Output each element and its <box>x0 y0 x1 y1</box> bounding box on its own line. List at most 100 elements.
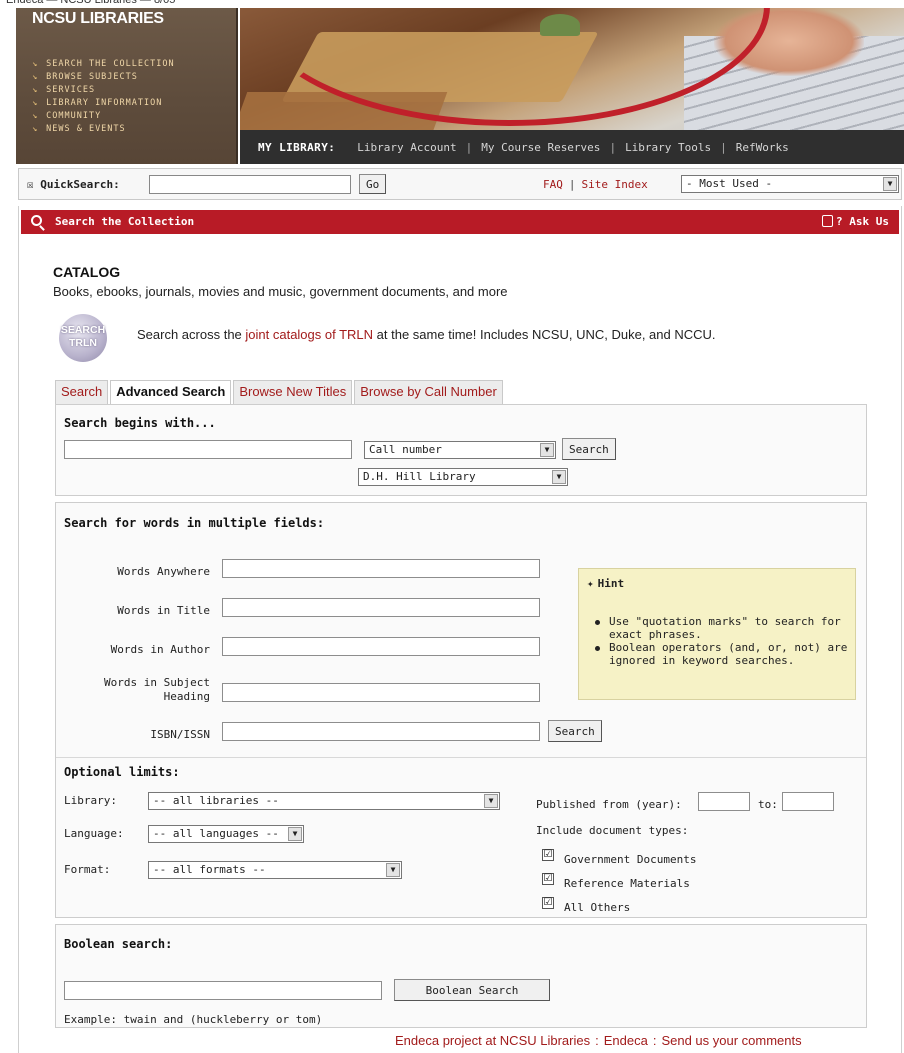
boolean-search-input[interactable] <box>64 981 382 1000</box>
link-faq[interactable]: FAQ <box>543 178 563 191</box>
begins-with-box: Search begins with... Call number ▼ Sear… <box>55 404 867 496</box>
page-caption: Endeca — NCSU Libraries — 8/05 <box>0 0 904 8</box>
arrow-icon: ↘ <box>32 98 39 108</box>
field-label-subject: Words in Subject Heading <box>104 676 210 703</box>
search-tabs: Search Advanced Search Browse New Titles… <box>55 380 505 405</box>
tab-browse-call-number[interactable]: Browse by Call Number <box>354 380 503 404</box>
arrow-icon: ↘ <box>32 72 39 82</box>
optional-limits-heading: Optional limits: <box>64 765 180 779</box>
begins-with-search-button[interactable]: Search <box>562 438 616 460</box>
brand-panel: NCSU LIBRARIES ↘ Search the Collection ↘ B… <box>16 6 238 164</box>
arrow-icon: ↘ <box>32 85 39 95</box>
words-in-author-input[interactable] <box>222 637 540 656</box>
chevron-down-icon: ▼ <box>552 470 566 484</box>
link-library-tools[interactable]: Library Tools <box>625 141 711 154</box>
chevron-down-icon: ▼ <box>386 863 400 877</box>
library-limit-select[interactable]: -- all libraries -- ▼ <box>148 792 500 810</box>
doc-type-label: All Others <box>564 901 631 914</box>
field-label-title: Words in Title <box>117 604 210 617</box>
isbn-issn-input[interactable] <box>222 722 540 741</box>
language-limit-label: Language: <box>64 827 124 840</box>
link-send-comments[interactable]: Send us your comments <box>661 1033 801 1048</box>
checkbox-icon: ☒ <box>27 178 34 191</box>
quick-links: FAQ | Site Index <box>543 178 648 191</box>
format-limit-label: Format: <box>64 863 111 876</box>
boolean-search-button[interactable]: Boolean Search <box>394 979 550 1001</box>
chevron-down-icon: ▼ <box>288 827 302 841</box>
ask-us-icon <box>822 215 834 227</box>
nav-item-community[interactable]: ↘ Community <box>32 110 175 123</box>
tab-browse-new-titles[interactable]: Browse New Titles <box>233 380 353 404</box>
boolean-heading: Boolean search: <box>64 937 173 951</box>
format-limit-select[interactable]: -- all formats -- ▼ <box>148 861 402 879</box>
link-endeca-project[interactable]: Endeca project at NCSU Libraries <box>395 1033 590 1048</box>
chevron-down-icon: ▼ <box>883 177 897 191</box>
search-icon <box>31 215 42 226</box>
quicksearch-label: ☒ QuickSearch: <box>27 178 120 191</box>
published-from-input[interactable] <box>698 792 750 811</box>
arrow-icon: ↘ <box>32 124 39 134</box>
brand-nav: ↘ Search the Collection ↘ Browse Subjects … <box>32 58 175 136</box>
hint-item: Boolean operators (and, or, not) are ign… <box>591 641 851 667</box>
boolean-example: Example: twain and (huckleberry or tom) <box>64 1013 323 1026</box>
boolean-box: Boolean search: Boolean Search Example: … <box>55 924 867 1028</box>
field-label-author: Words in Author <box>110 643 210 656</box>
section-divider <box>56 757 866 758</box>
words-in-title-input[interactable] <box>222 598 540 617</box>
begins-with-type-select[interactable]: Call number ▼ <box>364 441 556 459</box>
link-course-reserves[interactable]: My Course Reserves <box>481 141 600 154</box>
link-library-account[interactable]: Library Account <box>357 141 456 154</box>
checkbox-government-docs[interactable]: ☑ <box>542 849 554 861</box>
words-anywhere-input[interactable] <box>222 559 540 578</box>
most-used-select[interactable]: - Most Used - ▼ <box>681 175 899 193</box>
checkbox-all-others[interactable]: ☑ <box>542 897 554 909</box>
nav-item-news-events[interactable]: ↘ News & Events <box>32 123 175 136</box>
begins-with-library-select[interactable]: D.H. Hill Library ▼ <box>358 468 568 486</box>
section-bar: Search the Collection ? Ask Us <box>21 210 899 234</box>
quicksearch-input[interactable] <box>149 175 351 194</box>
tab-advanced-search[interactable]: Advanced Search <box>110 380 232 405</box>
hint-item: Use "quotation marks" to search for exac… <box>591 615 851 641</box>
hint-list: Use "quotation marks" to search for exac… <box>591 615 851 667</box>
doc-type-label: Government Documents <box>564 853 697 866</box>
nav-item-search-collection[interactable]: ↘ Search the Collection <box>32 58 175 71</box>
main-panel: Search the Collection ? Ask Us CATALOG B… <box>18 206 902 1053</box>
ask-us-link[interactable]: ? Ask Us <box>822 215 889 228</box>
nav-item-services[interactable]: ↘ Services <box>32 84 175 97</box>
pin-icon: ✦ <box>587 577 594 590</box>
multi-field-heading: Search for words in multiple fields: <box>64 516 325 530</box>
hint-box: ✦ Hint Use "quotation marks" to search fo… <box>578 568 856 700</box>
published-from-label: Published from (year): <box>536 798 682 811</box>
field-label-isbn: ISBN/ISSN <box>150 728 210 741</box>
checkbox-reference-materials[interactable]: ☑ <box>542 873 554 885</box>
tab-search[interactable]: Search <box>55 380 109 404</box>
hint-title: ✦ Hint <box>587 577 625 590</box>
link-refworks[interactable]: RefWorks <box>736 141 789 154</box>
nav-item-browse-subjects[interactable]: ↘ Browse Subjects <box>32 71 175 84</box>
library-limit-label: Library: <box>64 794 117 807</box>
multi-field-search-button[interactable]: Search <box>548 720 602 742</box>
arrow-icon: ↘ <box>32 111 39 121</box>
link-endeca[interactable]: Endeca <box>604 1033 648 1048</box>
catalog-subtitle: Books, ebooks, journals, movies and musi… <box>53 284 508 299</box>
link-joint-catalogs[interactable]: joint catalogs of TRLN <box>245 327 373 342</box>
trln-description: Search across the joint catalogs of TRLN… <box>137 327 716 342</box>
brand-title[interactable]: NCSU LIBRARIES <box>32 10 164 28</box>
header-photo <box>240 6 904 130</box>
field-label-anywhere: Words Anywhere <box>117 565 210 578</box>
link-site-index[interactable]: Site Index <box>582 178 648 191</box>
go-button[interactable]: Go <box>359 174 387 194</box>
chevron-down-icon: ▼ <box>540 443 554 457</box>
published-to-input[interactable] <box>782 792 834 811</box>
words-in-subject-input[interactable] <box>222 683 540 702</box>
multi-field-box: Search for words in multiple fields: Wor… <box>55 502 867 918</box>
site-header: NCSU LIBRARIES ↘ Search the Collection ↘ B… <box>10 6 904 164</box>
language-limit-select[interactable]: -- all languages -- ▼ <box>148 825 304 843</box>
doc-type-label: Reference Materials <box>564 877 690 890</box>
search-trln-logo[interactable]: SEARCH TRLN <box>59 314 107 362</box>
section-title[interactable]: Search the Collection <box>55 215 194 228</box>
begins-with-heading: Search begins with... <box>64 416 216 430</box>
nav-item-library-information[interactable]: ↘ Library Information <box>32 97 175 110</box>
begins-with-input[interactable] <box>64 440 352 459</box>
published-to-label: to: <box>758 798 778 811</box>
